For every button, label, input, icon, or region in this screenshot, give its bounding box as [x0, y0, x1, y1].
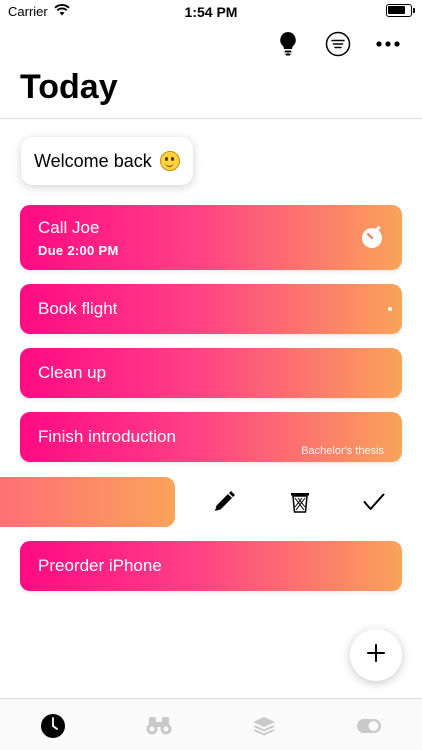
task-title: Call Joe: [38, 218, 100, 237]
status-bar: Carrier 1:54 PM: [0, 0, 422, 24]
task-title: Book flight: [38, 299, 118, 318]
dot-indicator: [388, 307, 392, 311]
battery-level: [388, 6, 405, 14]
welcome-text: Welcome back: [34, 150, 152, 171]
binoculars-icon[interactable]: [146, 713, 172, 739]
task-card[interactable]: Book flight: [20, 284, 402, 334]
swipe-actions: [206, 484, 396, 520]
task-title: Preorder iPhone: [38, 556, 162, 575]
task-due: Due 2:00 PM: [38, 243, 119, 258]
task-title: Clean up: [38, 363, 107, 382]
lightbulb-icon[interactable]: [274, 30, 302, 58]
more-icon[interactable]: [374, 30, 402, 58]
smiley-emoji-icon: [159, 151, 180, 171]
tab-bar: [0, 698, 422, 750]
task-card[interactable]: Call Joe Due 2:00 PM: [20, 205, 402, 270]
task-card[interactable]: Clean up: [20, 348, 402, 398]
edit-pencil-icon[interactable]: [206, 484, 242, 520]
timer-icon: [360, 225, 384, 249]
delete-trash-icon[interactable]: [282, 484, 318, 520]
task-tag: Bachelor's thesis: [301, 445, 384, 457]
welcome-card: Welcome back: [21, 137, 193, 185]
battery-icon: [386, 4, 415, 17]
task-title: Finish introduction: [38, 427, 176, 446]
header-divider: [0, 118, 422, 119]
complete-check-icon[interactable]: [356, 484, 392, 520]
status-time: 1:54 PM: [184, 4, 238, 20]
add-task-button[interactable]: [350, 629, 402, 681]
swiped-task-card[interactable]: [0, 477, 175, 527]
task-card[interactable]: Preorder iPhone: [20, 541, 402, 591]
toolbar: [274, 28, 402, 60]
page-title: Today: [20, 68, 118, 106]
clock-icon[interactable]: [40, 713, 66, 739]
filter-icon[interactable]: [324, 30, 352, 58]
toggle-icon[interactable]: [356, 713, 382, 739]
plus-icon: [366, 643, 386, 668]
task-card[interactable]: Finish introduction Bachelor's thesis: [20, 412, 402, 462]
layers-icon[interactable]: [251, 713, 277, 739]
